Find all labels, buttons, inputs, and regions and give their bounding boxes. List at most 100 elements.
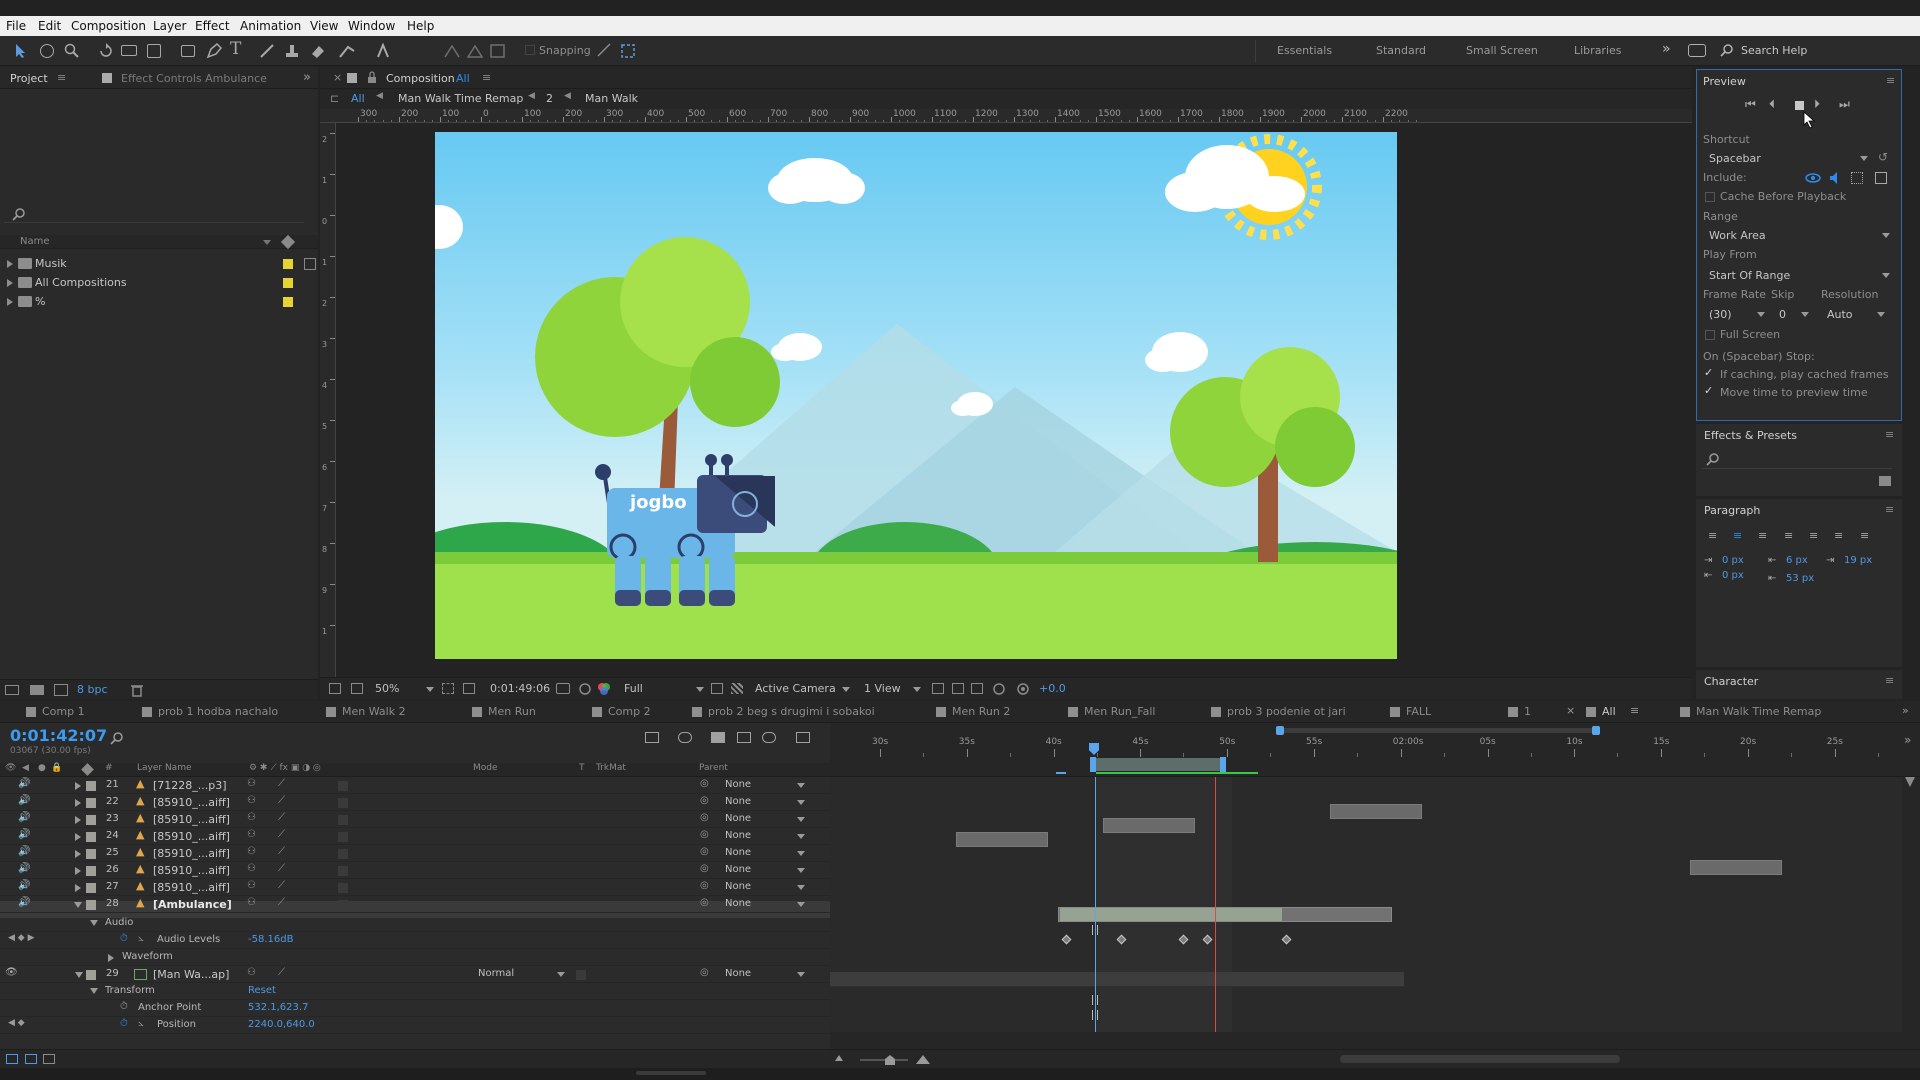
graph-editor-icon[interactable] [796,732,810,743]
layer-name[interactable]: [Ambulance] [153,898,232,911]
layer-row[interactable]: 🔊 22 ▲ [85910_...aiff] ⚇ ⟋ ◎ None [0,794,830,811]
sync-settings-icon[interactable] [1688,44,1706,57]
include-audio-icon[interactable] [1829,171,1843,185]
more-tabs-icon[interactable]: » [1904,733,1911,747]
layer-row[interactable]: 👁 29 [Man Wa...ap] ⚇ ⟋ Normal ◎ None [0,966,830,983]
fast-previews-icon[interactable] [952,683,964,694]
shy-layers-icon[interactable] [711,732,725,743]
shy-switch-icon[interactable]: ⚇ [247,880,256,891]
exposure-value[interactable]: +0.0 [1039,682,1066,695]
type-tool-icon[interactable]: T [230,39,241,59]
scroll-up-icon[interactable] [1905,777,1915,787]
pickwhip-icon[interactable]: ◎ [700,846,709,857]
horizontal-scrollbar[interactable] [1340,1055,1620,1063]
expand-arrow-icon[interactable] [75,816,81,824]
snapping-checkbox[interactable] [525,45,535,55]
expand-time-icon[interactable] [43,1054,55,1064]
mask-visibility-icon[interactable] [463,683,475,694]
speaker-icon[interactable]: 🔊 [18,863,30,874]
playhead-line[interactable] [1095,777,1096,1032]
panel-menu-icon[interactable]: ≡ [1885,428,1894,441]
switch-box[interactable] [338,866,348,876]
workspace-libraries[interactable]: Libraries [1574,44,1622,57]
pickwhip-icon[interactable]: ◎ [700,812,709,823]
tab-effect-controls[interactable]: Effect Controls Ambulance [121,72,267,85]
property-audio-levels[interactable]: ◀ ◆ ▶ ⏱ ⦣ Audio Levels -58.16dB [0,932,830,949]
timeline-tab[interactable]: prob 2 beg s drugimi i sobakoi [686,701,875,723]
flowchart-icon[interactable] [992,682,1006,696]
pickwhip-icon[interactable]: ◎ [700,897,709,908]
quality-switch-icon[interactable]: ⟋ [278,863,285,874]
chevron-down-icon[interactable] [696,687,704,692]
indent-right-value[interactable]: 0 px [1722,570,1744,581]
align-right-icon[interactable]: ≡ [1758,529,1767,542]
chevron-down-icon[interactable] [426,687,434,692]
workspace-essentials[interactable]: Essentials [1277,44,1332,57]
axis-view-icon[interactable] [490,44,506,58]
align-left-icon[interactable]: ≡ [1708,529,1717,542]
layer-row[interactable]: 🔊 28 ▲ [Ambulance] ⚇ ⟋ ◎ None [0,896,830,913]
panel-menu-icon[interactable]: ≡ [1630,704,1639,717]
menu-layer[interactable]: Layer [153,19,186,33]
trash-icon[interactable] [130,683,144,697]
indent-left-value[interactable]: 0 px [1722,555,1744,566]
stopwatch-icon[interactable]: ⏱ [120,1018,128,1029]
layer-bar[interactable] [1330,804,1422,819]
rectangle-tool-icon[interactable] [181,45,195,57]
primary-viewer-icon[interactable] [351,683,363,694]
label-color-swatch[interactable] [86,900,96,910]
flowchart-icon[interactable]: ⊏ [330,92,339,105]
chevron-down-icon[interactable] [913,687,921,692]
workspace-standard[interactable]: Standard [1376,44,1426,57]
timeline-tab[interactable]: Men Run 2 [930,701,1010,723]
panel-menu-icon[interactable]: ≡ [1885,674,1894,687]
label-color-swatch[interactable] [283,278,293,288]
layer-name[interactable]: [85910_...aiff] [153,830,230,843]
bit-depth-button[interactable]: 8 bpc [77,683,108,696]
work-area-end-handle[interactable] [1220,757,1226,772]
quality-switch-icon[interactable]: ⟋ [278,812,285,823]
zoom-out-icon[interactable] [835,1055,843,1061]
chevron-down-icon[interactable] [797,800,805,805]
parent-dropdown[interactable]: None [725,796,751,807]
mode-dropdown[interactable]: Normal [478,968,514,979]
speaker-icon[interactable]: 🔊 [18,880,30,891]
speaker-icon[interactable]: 🔊 [18,897,30,908]
chevron-down-icon[interactable] [797,834,805,839]
label-column-icon[interactable] [81,763,94,776]
stop-button[interactable] [1795,101,1804,110]
hand-tool-icon[interactable] [40,44,54,58]
sort-arrow-icon[interactable] [263,240,271,245]
expand-arrow-icon[interactable] [75,850,81,858]
layer-name[interactable]: [85910_...aiff] [153,864,230,877]
region-of-interest-icon[interactable] [711,683,723,694]
work-area-start-handle[interactable] [1090,757,1096,772]
new-folder-icon[interactable] [30,685,44,695]
keyframe-navigator-icon[interactable]: ◀ ◆ [8,1018,25,1028]
timeline-tab[interactable]: prob 3 podenie ot jari [1205,701,1346,723]
chevron-down-icon[interactable] [1882,233,1890,238]
menu-effect[interactable]: Effect [195,19,230,33]
layer-name[interactable]: [71228_...p3] [153,779,227,792]
quality-switch-icon[interactable]: ⟋ [278,846,285,857]
pickwhip-icon[interactable]: ◎ [700,778,709,789]
anchor-point-value[interactable]: 532.1,623.7 [248,1002,308,1013]
timeline-tab[interactable]: All [1580,701,1616,723]
project-item[interactable]: All Compositions [0,274,318,292]
property-group-transform[interactable]: Transform Reset [0,983,830,1000]
timecode-display[interactable]: 0:01:42:07 [10,726,107,745]
graph-icon[interactable]: ⦣ [138,1018,144,1029]
timeline-tab[interactable]: 1 [1502,701,1531,723]
chevron-down-icon[interactable] [1860,156,1868,161]
expand-arrow-icon[interactable] [7,279,13,287]
expand-arrow-icon[interactable] [75,884,81,892]
property-position[interactable]: ◀ ◆ ⏱ ⦣ Position 2240.0,640.0 [0,1017,830,1034]
brush-tool-icon[interactable] [259,43,275,59]
search-help-field[interactable]: Search Help [1741,44,1807,57]
frame-rate-dropdown[interactable]: (30) [1709,308,1732,321]
full-screen-checkbox[interactable] [1705,330,1715,340]
clone-stamp-tool-icon[interactable] [284,43,300,59]
layer-row[interactable]: 🔊 26 ▲ [85910_...aiff] ⚇ ⟋ ◎ None [0,862,830,879]
property-anchor-point[interactable]: ⏱ Anchor Point 532.1,623.7 [0,1000,830,1017]
stopwatch-icon[interactable]: ⏱ [120,1001,128,1012]
